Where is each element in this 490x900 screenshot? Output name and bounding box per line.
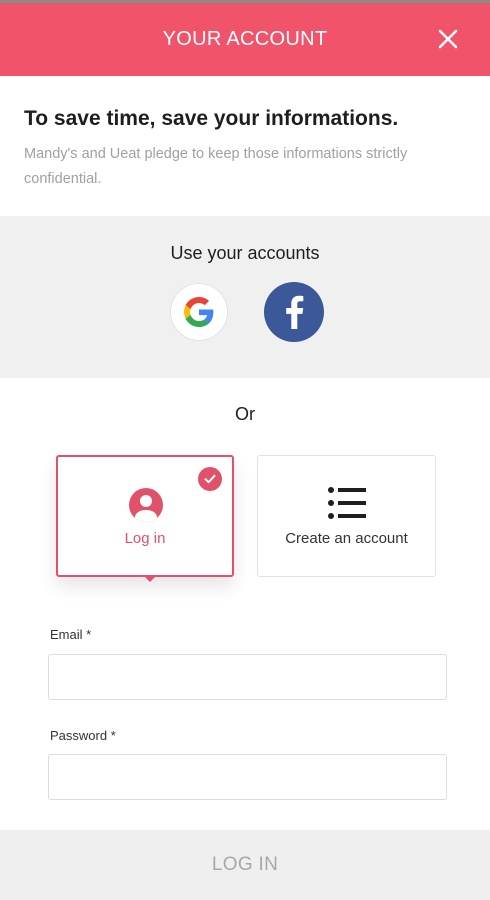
password-label: Password *: [50, 728, 116, 743]
close-icon[interactable]: [436, 27, 460, 51]
login-option-label: Log in: [124, 530, 166, 547]
google-icon: [184, 297, 214, 327]
password-field[interactable]: [48, 754, 447, 800]
login-submit-button[interactable]: LOG IN: [0, 830, 490, 900]
page-title: YOUR ACCOUNT: [162, 28, 328, 50]
intro-text: Mandy's and Ueat pledge to keep those in…: [24, 146, 408, 187]
list-icon: [328, 487, 366, 519]
user-circle-icon: [129, 488, 163, 522]
selected-pointer: [144, 576, 156, 582]
login-option-card[interactable]: Log in: [56, 455, 234, 582]
create-account-option-label: Create an account: [285, 530, 408, 547]
login-submit-label: LOG IN: [211, 854, 279, 875]
or-divider-label: Or: [235, 404, 255, 424]
header-bar: YOUR ACCOUNT: [0, 0, 490, 76]
social-title: Use your accounts: [170, 243, 320, 263]
social-login-section: Use your accounts: [0, 216, 490, 378]
create-account-option-card[interactable]: Create an account: [257, 455, 436, 577]
email-label: Email *: [50, 627, 92, 642]
facebook-login-button[interactable]: [264, 282, 324, 342]
google-login-button[interactable]: [170, 283, 228, 341]
intro-title: To save time, save your informations.: [24, 107, 399, 130]
intro-section: To save time, save your informations. Ma…: [24, 106, 474, 192]
email-field[interactable]: [48, 654, 447, 700]
facebook-icon: [286, 295, 304, 329]
checkmark-icon: [198, 467, 222, 491]
